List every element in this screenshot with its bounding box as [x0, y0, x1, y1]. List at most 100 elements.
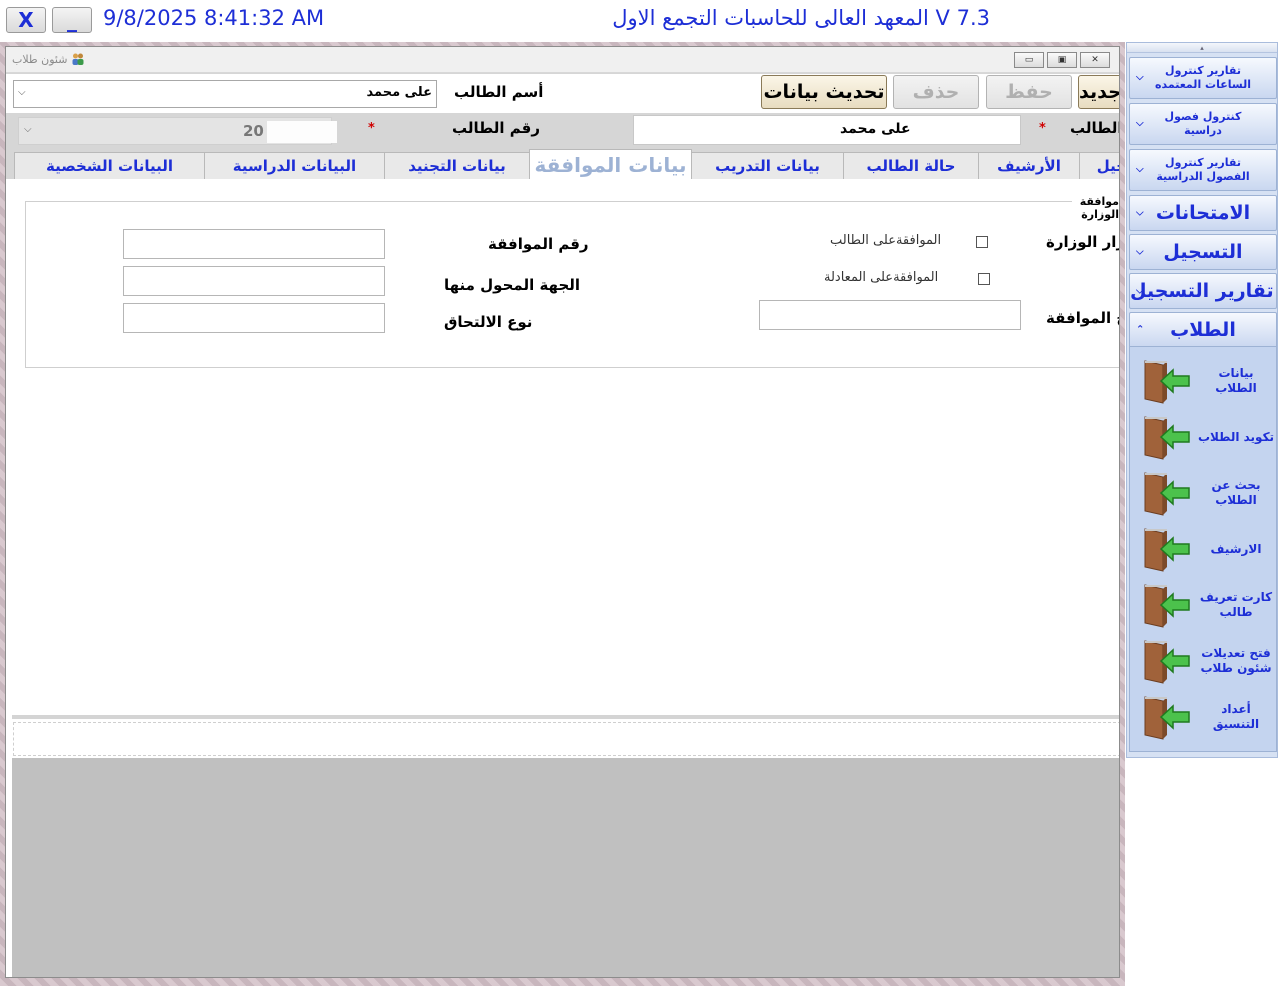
door-arrow-icon	[1144, 472, 1190, 516]
chevron-down-icon: ⌵	[1136, 246, 1144, 258]
tab-bar: البيانات الشخصية البيانات الدراسية بيانا…	[6, 149, 1119, 180]
section-divider	[12, 715, 1119, 719]
student-number-label: رقم الطالب	[452, 119, 540, 137]
student-name-field[interactable]: على محمد	[633, 115, 1021, 145]
app-title: V 7.3 المعهد العالى للحاسبات التجمع الاو…	[612, 6, 990, 30]
app-minimize-button[interactable]: _	[52, 7, 92, 33]
delete-button[interactable]: حذف	[893, 75, 979, 109]
door-arrow-icon	[1144, 584, 1190, 628]
sidebar-subitem[interactable]: بحث عن الطلاب	[1129, 465, 1277, 521]
sidebar-subitem[interactable]: أعداد التنسيق	[1129, 689, 1277, 745]
tab-registration[interactable]: تسجيل	[1079, 152, 1119, 179]
notes-field[interactable]	[13, 722, 1119, 756]
chevron-down-icon: ⌵	[18, 87, 26, 98]
tab-approval-data[interactable]: بيانات الموافقة	[529, 149, 692, 180]
equivalence-approval-checkbox[interactable]	[978, 273, 990, 285]
sidebar-subitem-label: كارت تعريف طالب	[1199, 590, 1273, 619]
approval-number-label: رقم الموافقة	[488, 235, 589, 253]
sidebar-grip[interactable]: ▴	[1127, 43, 1277, 53]
chevron-down-icon: ⌵	[24, 124, 32, 135]
sidebar-item-label: تقارير كنترول الساعات المعتمده	[1155, 64, 1251, 91]
tab-student-status[interactable]: حالة الطالب	[843, 152, 979, 179]
clock-display: 9/8/2025 8:41:32 AM	[103, 6, 325, 30]
sidebar-item-semester-control[interactable]: كنترول فصول دراسية ⌵	[1129, 103, 1277, 145]
transferred-from-input[interactable]	[123, 266, 385, 296]
window-body: ⌵ على محمد أسم الطالب تحديث بيانات حذف ح…	[6, 74, 1120, 977]
sidebar-subitem-label: بحث عن الطلاب	[1211, 478, 1261, 507]
cut-labels-column: قرار الوزارة تاريخ الموافقة	[1046, 227, 1119, 347]
sidebar-subitem-label: الارشيف	[1210, 541, 1262, 556]
door-arrow-icon	[1144, 696, 1190, 740]
student-name-field-value: على محمد	[840, 121, 911, 137]
chevron-down-icon: ⌵	[1136, 72, 1144, 83]
sidebar-subitem-label: بيانات الطلاب	[1215, 366, 1257, 395]
sidebar-item-credit-hours-control-reports[interactable]: تقارير كنترول الساعات المعتمده ⌵	[1129, 57, 1277, 99]
chevron-down-icon: ⌵	[1136, 285, 1144, 297]
sidebar-subitem[interactable]: فتح تعديلات شئون طلاب	[1129, 633, 1277, 689]
student-name-value: على محمد	[366, 85, 432, 100]
empty-panel	[12, 758, 1119, 977]
people-icon	[72, 53, 84, 65]
chevron-up-icon: ⌃	[1136, 324, 1145, 336]
sidebar-item-label: الامتحانات	[1155, 202, 1251, 224]
app-close-button[interactable]: X	[6, 7, 46, 33]
sidebar-item-registration-reports[interactable]: تقارير التسجيل ⌵	[1129, 273, 1277, 309]
student-number-combo[interactable]: ⌵ 20	[18, 117, 337, 145]
door-arrow-icon	[1144, 360, 1190, 404]
approval-content: موافقة الوزارة رقم الموافقة الجهة المحول…	[12, 179, 1119, 694]
window-caption: شئون طلاب	[12, 52, 85, 66]
sidebar-item-label: الطلاب	[1170, 319, 1236, 341]
save-button[interactable]: حفظ	[986, 75, 1072, 109]
redacted-area	[267, 121, 337, 143]
tab-academic-data[interactable]: البيانات الدراسية	[204, 152, 385, 179]
approval-number-input[interactable]	[123, 229, 385, 259]
sidebar-subitem[interactable]: بيانات الطلاب	[1129, 353, 1277, 409]
sidebar-subitem[interactable]: الارشيف	[1129, 521, 1277, 577]
tab-military-data[interactable]: بيانات التجنيد	[384, 152, 530, 179]
approval-date-label: تاريخ الموافقة	[1046, 309, 1119, 327]
sidebar-item-label: تقارير كنترول الفصول الدراسية	[1156, 156, 1250, 183]
enrollment-type-label: نوع الالتحاق	[444, 313, 533, 331]
tab-training-data[interactable]: بيانات التدريب	[691, 152, 844, 179]
required-mark: *	[368, 121, 375, 136]
sidebar-item-label: التسجيل	[1163, 241, 1243, 263]
enrollment-type-input[interactable]	[123, 303, 385, 333]
navigation-sidebar: ▴ تقارير كنترول الساعات المعتمده ⌵ كنترو…	[1126, 42, 1278, 758]
student-approval-checkbox[interactable]	[976, 236, 988, 248]
door-arrow-icon	[1144, 416, 1190, 460]
tab-registration-label: تسجيل	[1096, 157, 1119, 175]
student-name-label-2: الطالب	[1070, 119, 1120, 137]
sidebar-item-label: تقارير التسجيل	[1130, 280, 1274, 302]
window-close-button[interactable]: ✕	[1080, 52, 1110, 68]
sidebar-subitem[interactable]: تكويد الطلاب	[1129, 409, 1277, 465]
student-affairs-window: شئون طلاب ▭ ▣ ✕ ⌵ على محمد أسم الطالب تح…	[5, 46, 1120, 978]
ministry-decision-label: قرار الوزارة	[1046, 233, 1119, 251]
transferred-from-label: الجهة المحول منها	[444, 276, 581, 294]
approval-date-input[interactable]	[759, 300, 1021, 330]
student-number-value: 20	[243, 122, 264, 140]
chevron-down-icon: ⌵	[1136, 164, 1144, 175]
student-approval-label: الموافقةعلى الطالب	[830, 233, 942, 248]
new-button[interactable]: جديد	[1078, 75, 1119, 109]
sidebar-subitem-label: فتح تعديلات شئون طلاب	[1200, 646, 1272, 675]
required-mark: *	[1039, 121, 1046, 136]
student-name-combo[interactable]: ⌵ على محمد	[13, 80, 437, 108]
sidebar-subitem-label: أعداد التنسيق	[1212, 702, 1260, 731]
sidebar-item-exams[interactable]: الامتحانات ⌵	[1129, 195, 1277, 231]
sidebar-subitem[interactable]: كارت تعريف طالب	[1129, 577, 1277, 633]
group-caption: موافقة الوزارة	[1072, 195, 1119, 221]
sidebar-item-label: كنترول فصول دراسية	[1164, 110, 1242, 137]
sidebar-item-students[interactable]: الطلاب ⌃	[1129, 312, 1277, 348]
window-minimize-button[interactable]: ▭	[1014, 52, 1044, 68]
window-caption-text: شئون طلاب	[12, 52, 68, 66]
window-maximize-button[interactable]: ▣	[1047, 52, 1077, 68]
tab-personal-data[interactable]: البيانات الشخصية	[14, 152, 205, 179]
sidebar-item-registration[interactable]: التسجيل ⌵	[1129, 234, 1277, 270]
chevron-down-icon: ⌵	[1136, 207, 1144, 219]
refresh-data-button[interactable]: تحديث بيانات	[761, 75, 887, 109]
sidebar-item-semester-control-reports[interactable]: تقارير كنترول الفصول الدراسية ⌵	[1129, 149, 1277, 191]
tab-archive[interactable]: الأرشيف	[978, 152, 1080, 179]
student-id-strip: ⌵ 20 * رقم الطالب على محمد * الطالب	[6, 113, 1120, 149]
sidebar-subitem-label: تكويد الطلاب	[1197, 429, 1275, 444]
door-arrow-icon	[1144, 640, 1190, 684]
